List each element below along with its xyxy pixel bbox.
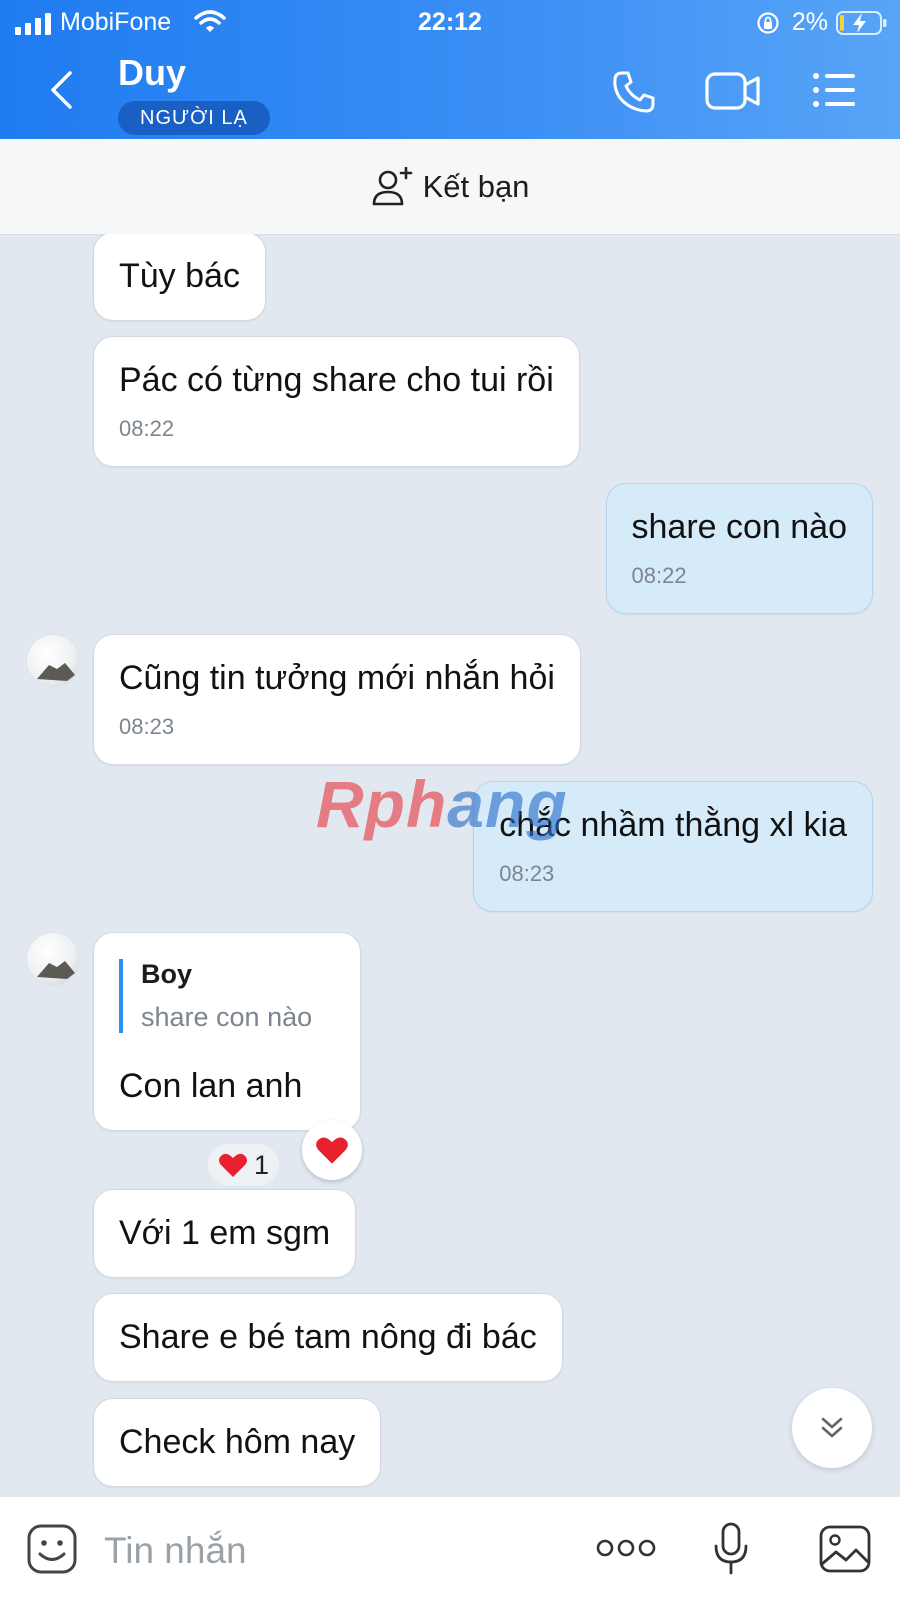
double-chevron-down-icon (821, 1417, 843, 1438)
quote-author: Boy (141, 959, 193, 989)
add-friend-icon (372, 166, 412, 205)
message-text: Pác có từng share cho tui rồi (119, 361, 554, 399)
contact-name[interactable]: Duy (118, 52, 186, 94)
avatar[interactable] (26, 634, 80, 688)
message-text: Con lan anh (119, 1067, 303, 1105)
back-arrow-icon[interactable] (48, 70, 76, 110)
chat-header: MobiFone 22:12 2% Duy NGƯỜI LẠ (0, 0, 900, 139)
message-text: Tùy bác (119, 257, 240, 295)
message-bubble[interactable]: Check hôm nay (93, 1398, 382, 1487)
reaction-summary[interactable]: 1 (208, 1144, 280, 1186)
avatar[interactable] (26, 932, 80, 986)
video-call-icon[interactable] (705, 70, 761, 112)
phone-call-icon[interactable] (612, 70, 656, 114)
scroll-to-bottom-button[interactable] (792, 1388, 872, 1468)
message-text: Check hôm nay (119, 1423, 356, 1461)
message-time: 08:23 (119, 714, 175, 739)
message-input[interactable] (102, 1525, 556, 1577)
message-text: share con nào (631, 508, 848, 546)
message-time: 08:22 (631, 563, 687, 588)
watermark-logo: Rphang (316, 767, 568, 841)
message-bubble-reply[interactable]: Boy share con nào Con lan anh (93, 932, 361, 1131)
message-time: 08:23 (499, 861, 555, 886)
image-gallery-icon[interactable] (818, 1524, 872, 1574)
heart-icon (219, 1153, 247, 1177)
message-composer (0, 1496, 900, 1601)
more-options-icon[interactable] (596, 1537, 656, 1559)
add-friend-label: Kết bạn (422, 168, 530, 204)
stranger-badge: NGƯỜI LẠ (118, 101, 270, 135)
message-bubble-outgoing[interactable]: share con nào 08:22 (605, 483, 873, 614)
message-time: 08:22 (119, 416, 175, 441)
quoted-message[interactable]: Boy share con nào (119, 959, 335, 1033)
message-list[interactable]: Tùy bác Pác có từng share cho tui rồi 08… (0, 234, 900, 1496)
react-button[interactable] (302, 1120, 362, 1180)
message-bubble[interactable]: Tùy bác (93, 234, 266, 321)
heart-icon (316, 1137, 348, 1164)
message-text: Cũng tin tưởng mới nhắn hỏi (119, 659, 555, 697)
message-bubble[interactable]: Với 1 em sgm (93, 1189, 357, 1278)
battery-percentage: 2% (791, 8, 828, 36)
message-text: Với 1 em sgm (119, 1214, 331, 1252)
add-friend-bar[interactable]: Kết bạn (0, 139, 900, 235)
reaction-count: 1 (254, 1150, 270, 1180)
battery-charging-icon (836, 11, 887, 35)
sticker-emoji-icon[interactable] (26, 1523, 78, 1577)
microphone-icon[interactable] (712, 1521, 750, 1577)
message-text: Share e bé tam nông đi bác (119, 1318, 537, 1356)
quote-text: share con nào (141, 1002, 313, 1032)
menu-list-icon[interactable] (812, 70, 856, 110)
rotation-lock-icon (757, 12, 779, 34)
message-bubble[interactable]: Cũng tin tưởng mới nhắn hỏi 08:23 (93, 634, 581, 765)
message-bubble[interactable]: Pác có từng share cho tui rồi 08:22 (93, 336, 580, 467)
message-bubble[interactable]: Share e bé tam nông đi bác (93, 1293, 563, 1382)
